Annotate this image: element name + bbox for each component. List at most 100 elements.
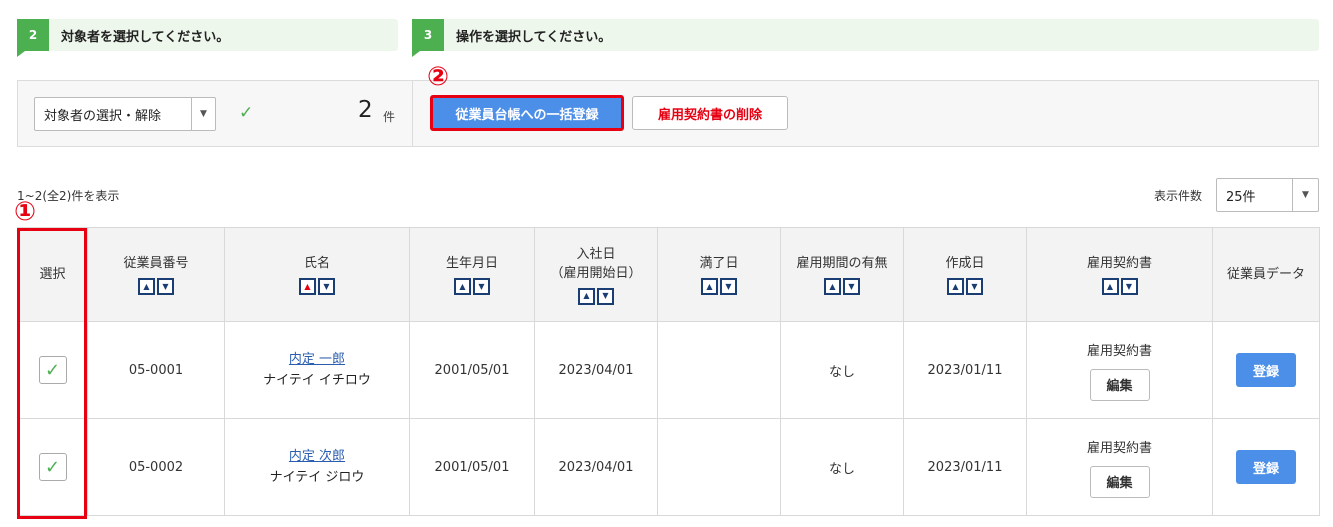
step-3-number: 3 — [412, 19, 444, 57]
expire-cell — [657, 321, 781, 419]
sort-up-icon[interactable]: ▲ — [1101, 278, 1119, 295]
delete-contract-button[interactable]: 雇用契約書の削除 — [632, 96, 788, 130]
sort-up-icon[interactable]: ▲ — [824, 278, 841, 295]
sort-controls: ▲ ▼ — [824, 278, 860, 295]
period-cell: なし — [780, 418, 904, 516]
name-cell: 内定 次郎 ナイテイ ジロウ — [224, 418, 410, 516]
employee-name-link[interactable]: 内定 一郎 — [225, 349, 409, 370]
expire-cell — [657, 418, 781, 516]
step-2-number: 2 — [17, 19, 49, 57]
table-header-row: 選択 従業員番号 ▲ ▼ 氏名 ▲ ▼ 生年月日 ▲ ▼ 入社日 （雇用開始日） ▲ ▼… — [17, 227, 1320, 322]
selected-count-unit: 件 — [383, 110, 396, 124]
header-name-label: 氏名 — [303, 256, 330, 271]
edit-button[interactable]: 編集 — [1089, 465, 1150, 498]
per-page-select[interactable]: 25件 ▼ — [1216, 178, 1319, 212]
birth-cell: 2001/05/01 — [409, 418, 535, 516]
header-contract-label: 雇用契約書 — [1086, 256, 1152, 271]
join-cell: 2023/04/01 — [534, 321, 658, 419]
header-emp-no: 従業員番号 ▲ ▼ — [87, 227, 225, 322]
header-join-label: 入社日 — [576, 246, 616, 262]
bulk-register-button[interactable]: 従業員台帳への一括登録 — [430, 95, 624, 131]
contract-cell: 雇用契約書 編集 — [1026, 418, 1213, 516]
emp-data-cell: 登録 — [1212, 321, 1320, 419]
row-checkbox[interactable]: ✓ — [38, 453, 67, 481]
sort-down-icon[interactable]: ▼ — [1120, 278, 1138, 295]
sort-up-icon[interactable]: ▲ — [454, 278, 471, 295]
check-icon: ✓ — [239, 103, 254, 123]
sort-down-icon[interactable]: ▼ — [318, 278, 335, 295]
header-expire: 満了日 ▲ ▼ — [657, 227, 781, 322]
per-page-value: 25件 — [1226, 189, 1256, 205]
employee-table: 選択 従業員番号 ▲ ▼ 氏名 ▲ ▼ 生年月日 ▲ ▼ 入社日 （雇用開始日） ▲ ▼… — [17, 227, 1320, 516]
birth-cell: 2001/05/01 — [409, 321, 535, 419]
header-name: 氏名 ▲ ▼ — [224, 227, 410, 322]
sort-up-icon[interactable]: ▲ — [578, 287, 595, 305]
emp-no-cell: 05-0002 — [87, 418, 225, 516]
chevron-down-icon[interactable]: ▼ — [1292, 179, 1318, 211]
header-join-sub-label: （雇用開始日） — [550, 265, 642, 281]
row-checkbox[interactable]: ✓ — [38, 356, 67, 384]
sort-up-icon[interactable]: ▲ — [947, 278, 964, 295]
step-2-header: 2 対象者を選択してください。 — [17, 19, 398, 57]
sort-up-icon[interactable]: ▲ — [299, 278, 316, 295]
step-3-text: 操作を選択してください。 — [456, 29, 612, 45]
period-cell: なし — [780, 321, 904, 419]
sort-up-icon[interactable]: ▲ — [701, 278, 718, 295]
target-select-dropdown[interactable]: 対象者の選択・解除 ▼ — [34, 97, 216, 131]
header-emp-no-label: 従業員番号 — [123, 256, 189, 271]
per-page-label: 表示件数 — [1154, 189, 1203, 203]
employee-name-kana: ナイテイ イチロウ — [263, 373, 371, 388]
join-cell: 2023/04/01 — [534, 418, 658, 516]
sort-down-icon[interactable]: ▼ — [473, 278, 490, 295]
register-button[interactable]: 登録 — [1236, 450, 1296, 484]
sort-controls: ▲ ▼ — [138, 278, 174, 295]
chevron-down-icon[interactable]: ▼ — [191, 98, 215, 130]
header-select-label: 選択 — [39, 267, 66, 282]
emp-no-cell: 05-0001 — [87, 321, 225, 419]
annotation-2: ② — [426, 62, 449, 92]
toolbar-divider — [412, 81, 413, 146]
header-birth-label: 生年月日 — [445, 256, 498, 271]
employee-name-kana: ナイテイ ジロウ — [269, 470, 365, 485]
sort-down-icon[interactable]: ▼ — [966, 278, 983, 295]
emp-data-cell: 登録 — [1212, 418, 1320, 516]
created-cell: 2023/01/11 — [903, 418, 1027, 516]
sort-down-icon[interactable]: ▼ — [157, 278, 174, 295]
annotation-1: ① — [13, 197, 36, 227]
table-row: ✓ 05-0001 内定 一郎 ナイテイ イチロウ 2001/05/01 202… — [17, 321, 1320, 419]
selected-count: 2 — [358, 97, 373, 123]
sort-controls: ▲ ▼ — [947, 278, 983, 295]
header-emp-data: 従業員データ — [1212, 227, 1320, 322]
edit-button[interactable]: 編集 — [1089, 368, 1150, 401]
header-select: 選択 — [17, 227, 88, 322]
contract-cell: 雇用契約書 編集 — [1026, 321, 1213, 419]
employee-name-link[interactable]: 内定 次郎 — [225, 446, 409, 467]
header-expire-label: 満了日 — [699, 256, 739, 271]
sort-controls: ▲ ▼ — [454, 278, 490, 295]
contract-label: 雇用契約書 — [1086, 440, 1152, 456]
register-button[interactable]: 登録 — [1236, 353, 1296, 387]
sort-up-icon[interactable]: ▲ — [138, 278, 155, 295]
select-cell: ✓ — [17, 321, 88, 419]
header-birth: 生年月日 ▲ ▼ — [409, 227, 535, 322]
header-period: 雇用期間の有無 ▲ ▼ — [780, 227, 904, 322]
sort-controls: ▲ ▼ — [578, 287, 614, 305]
header-period-label: 雇用期間の有無 — [796, 256, 888, 271]
target-select-label: 対象者の選択・解除 — [44, 108, 162, 124]
header-created: 作成日 ▲ ▼ — [903, 227, 1027, 322]
header-contract: 雇用契約書 ▲ ▼ — [1026, 227, 1213, 322]
select-cell: ✓ — [17, 418, 88, 516]
step-3-header: 3 操作を選択してください。 — [412, 19, 1319, 57]
sort-controls: ▲ ▼ — [701, 278, 737, 295]
sort-down-icon[interactable]: ▼ — [720, 278, 737, 295]
sort-down-icon[interactable]: ▼ — [843, 278, 860, 295]
sort-controls: ▲ ▼ — [299, 278, 335, 295]
header-emp-data-label: 従業員データ — [1226, 267, 1305, 282]
sort-controls: ▲ ▼ — [1101, 278, 1138, 295]
header-join: 入社日 （雇用開始日） ▲ ▼ — [534, 227, 658, 322]
contract-label: 雇用契約書 — [1086, 343, 1152, 359]
sort-down-icon[interactable]: ▼ — [597, 287, 614, 305]
header-created-label: 作成日 — [945, 256, 985, 271]
step-2-text: 対象者を選択してください。 — [61, 29, 230, 45]
name-cell: 内定 一郎 ナイテイ イチロウ — [224, 321, 410, 419]
